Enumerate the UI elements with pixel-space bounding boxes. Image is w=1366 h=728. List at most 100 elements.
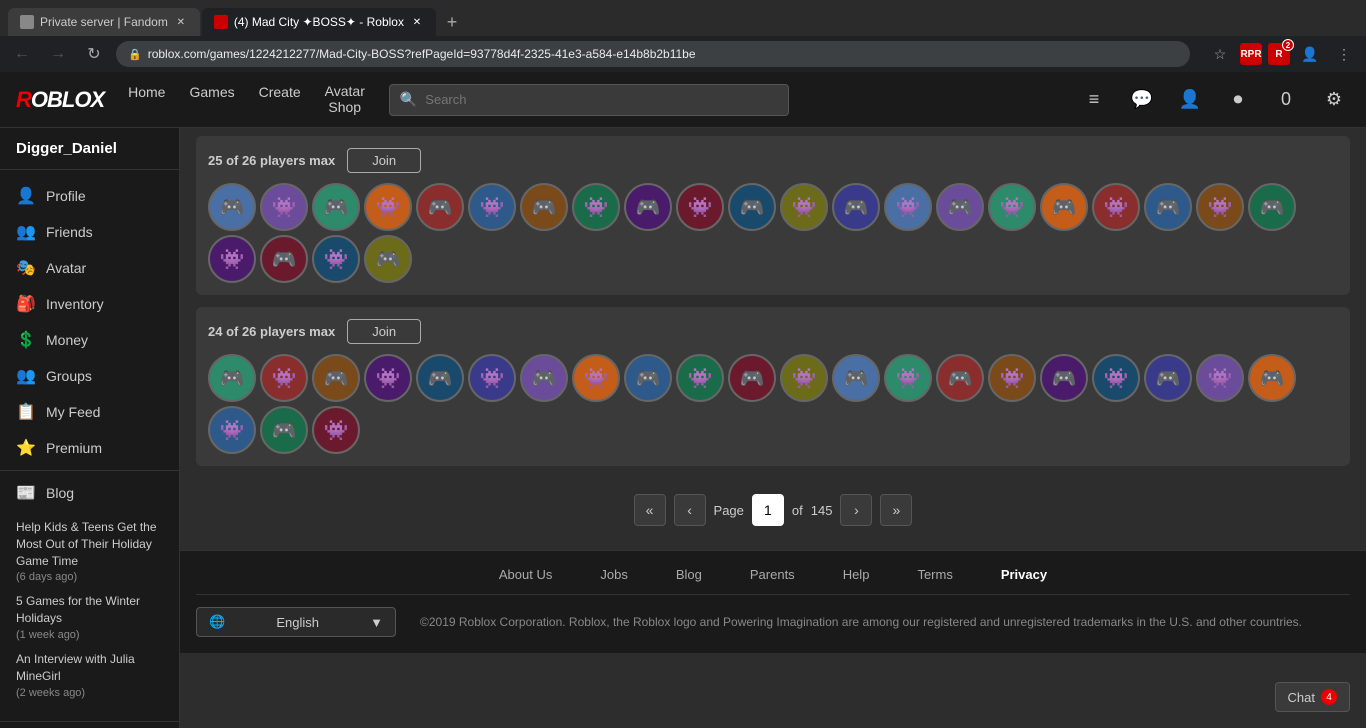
sidebar-item-myfeed[interactable]: 📋 My Feed	[0, 394, 179, 430]
tab-close-fandom[interactable]: ✕	[174, 15, 188, 29]
new-tab-button[interactable]: +	[438, 8, 466, 36]
avatar-1-7[interactable]: 🎮	[520, 183, 568, 231]
blog-item-3[interactable]: An Interview with Julia MineGirl (2 week…	[16, 651, 163, 699]
join-button-2[interactable]: Join	[347, 319, 421, 344]
avatar-2-7[interactable]: 🎮	[520, 354, 568, 402]
blog-icon[interactable]: ≡	[1078, 84, 1110, 116]
avatar-1-10[interactable]: 👾	[676, 183, 724, 231]
nav-create[interactable]: Create	[259, 84, 301, 115]
avatar-2-16[interactable]: 👾	[988, 354, 1036, 402]
chat-icon[interactable]: 💬	[1126, 84, 1158, 116]
avatar-2-18[interactable]: 👾	[1092, 354, 1140, 402]
url-bar[interactable]: 🔒 roblox.com/games/1224212277/Mad-City-B…	[116, 41, 1190, 67]
avatar-1-16[interactable]: 👾	[988, 183, 1036, 231]
avatar-2-8[interactable]: 👾	[572, 354, 620, 402]
bookmark-button[interactable]: ☆	[1206, 40, 1234, 68]
sidebar-item-groups[interactable]: 👥 Groups	[0, 358, 179, 394]
language-selector[interactable]: 🌐 English ▼	[196, 607, 396, 637]
avatar-2-22[interactable]: 👾	[208, 406, 256, 454]
avatar-1-21[interactable]: 🎮	[1248, 183, 1296, 231]
avatar-1-8[interactable]: 👾	[572, 183, 620, 231]
sidebar-item-money[interactable]: 💲 Money	[0, 322, 179, 358]
page-current[interactable]: 1	[752, 494, 784, 526]
page-prev-button[interactable]: ‹	[674, 494, 706, 526]
avatar-1-4[interactable]: 👾	[364, 183, 412, 231]
avatar-1-2[interactable]: 👾	[260, 183, 308, 231]
avatar-2-11[interactable]: 🎮	[728, 354, 776, 402]
avatar-1-18[interactable]: 👾	[1092, 183, 1140, 231]
account-button[interactable]: 👤	[1296, 40, 1324, 68]
blog-item-2[interactable]: 5 Games for the Winter Holidays (1 week …	[16, 593, 163, 641]
avatar-1-5[interactable]: 🎮	[416, 183, 464, 231]
back-button[interactable]: ←	[8, 40, 36, 68]
extensions-roblox[interactable]: R 2	[1268, 43, 1290, 65]
avatar-1-25[interactable]: 🎮	[364, 235, 412, 283]
avatar-1-17[interactable]: 🎮	[1040, 183, 1088, 231]
avatar-2-13[interactable]: 🎮	[832, 354, 880, 402]
avatar-2-14[interactable]: 👾	[884, 354, 932, 402]
avatar-2-1[interactable]: 🎮	[208, 354, 256, 402]
footer-link-blog[interactable]: Blog	[676, 567, 702, 582]
avatar-2-15[interactable]: 🎮	[936, 354, 984, 402]
avatar-1-12[interactable]: 👾	[780, 183, 828, 231]
avatar-2-2[interactable]: 👾	[260, 354, 308, 402]
sidebar-item-premium[interactable]: ⭐ Premium	[0, 430, 179, 466]
sidebar-item-blog[interactable]: 📰 Blog	[0, 475, 179, 511]
page-first-button[interactable]: «	[634, 494, 666, 526]
tab-roblox[interactable]: (4) Mad City ✦BOSS✦ - Roblox ✕	[202, 8, 436, 36]
avatar-2-12[interactable]: 👾	[780, 354, 828, 402]
nav-home[interactable]: Home	[128, 84, 165, 115]
footer-link-help[interactable]: Help	[843, 567, 870, 582]
avatar-1-13[interactable]: 🎮	[832, 183, 880, 231]
avatar-1-11[interactable]: 🎮	[728, 183, 776, 231]
roblox-logo[interactable]: ROBLOX	[16, 87, 104, 113]
avatar-2-19[interactable]: 🎮	[1144, 354, 1192, 402]
page-last-button[interactable]: »	[880, 494, 912, 526]
footer-link-jobs[interactable]: Jobs	[600, 567, 627, 582]
search-input[interactable]	[425, 92, 778, 107]
avatar-2-23[interactable]: 🎮	[260, 406, 308, 454]
avatar-2-4[interactable]: 👾	[364, 354, 412, 402]
menu-button[interactable]: ⋮	[1330, 40, 1358, 68]
avatar-1-23[interactable]: 🎮	[260, 235, 308, 283]
settings-icon[interactable]: ⚙	[1318, 84, 1350, 116]
avatar-1-6[interactable]: 👾	[468, 183, 516, 231]
nav-avatar-shop[interactable]: Avatar Shop	[325, 84, 365, 115]
avatar-1-22[interactable]: 👾	[208, 235, 256, 283]
footer-link-parents[interactable]: Parents	[750, 567, 795, 582]
blog-item-1[interactable]: Help Kids & Teens Get the Most Out of Th…	[16, 519, 163, 583]
page-next-button[interactable]: ›	[840, 494, 872, 526]
tab-close-roblox[interactable]: ✕	[410, 15, 424, 29]
avatar-1-24[interactable]: 👾	[312, 235, 360, 283]
friends-icon[interactable]: 👤	[1174, 84, 1206, 116]
footer-link-terms[interactable]: Terms	[917, 567, 952, 582]
extensions-rpr[interactable]: RPR	[1240, 43, 1262, 65]
nav-games[interactable]: Games	[189, 84, 234, 115]
reload-button[interactable]: ↻	[80, 40, 108, 68]
avatar-1-19[interactable]: 🎮	[1144, 183, 1192, 231]
avatar-1-14[interactable]: 👾	[884, 183, 932, 231]
sidebar-item-inventory[interactable]: 🎒 Inventory	[0, 286, 179, 322]
sidebar-item-profile[interactable]: 👤 Profile	[0, 178, 179, 214]
avatar-2-17[interactable]: 🎮	[1040, 354, 1088, 402]
robux-icon[interactable]: 0	[1270, 84, 1302, 116]
avatar-2-6[interactable]: 👾	[468, 354, 516, 402]
avatar-2-10[interactable]: 👾	[676, 354, 724, 402]
avatar-2-24[interactable]: 👾	[312, 406, 360, 454]
sidebar-item-avatar[interactable]: 🎭 Avatar	[0, 250, 179, 286]
chat-button[interactable]: Chat 4	[1275, 682, 1350, 712]
avatar-2-21[interactable]: 🎮	[1248, 354, 1296, 402]
footer-link-about[interactable]: About Us	[499, 567, 552, 582]
avatar-1-15[interactable]: 🎮	[936, 183, 984, 231]
avatar-2-3[interactable]: 🎮	[312, 354, 360, 402]
footer-link-privacy[interactable]: Privacy	[1001, 567, 1047, 582]
avatar-2-5[interactable]: 🎮	[416, 354, 464, 402]
avatar-1-3[interactable]: 🎮	[312, 183, 360, 231]
avatar-1-1[interactable]: 🎮	[208, 183, 256, 231]
record-icon[interactable]: ⏺	[1222, 84, 1254, 116]
sidebar-item-friends[interactable]: 👥 Friends	[0, 214, 179, 250]
avatar-1-9[interactable]: 🎮	[624, 183, 672, 231]
avatar-2-9[interactable]: 🎮	[624, 354, 672, 402]
forward-button[interactable]: →	[44, 40, 72, 68]
search-bar[interactable]: 🔍	[389, 84, 789, 116]
